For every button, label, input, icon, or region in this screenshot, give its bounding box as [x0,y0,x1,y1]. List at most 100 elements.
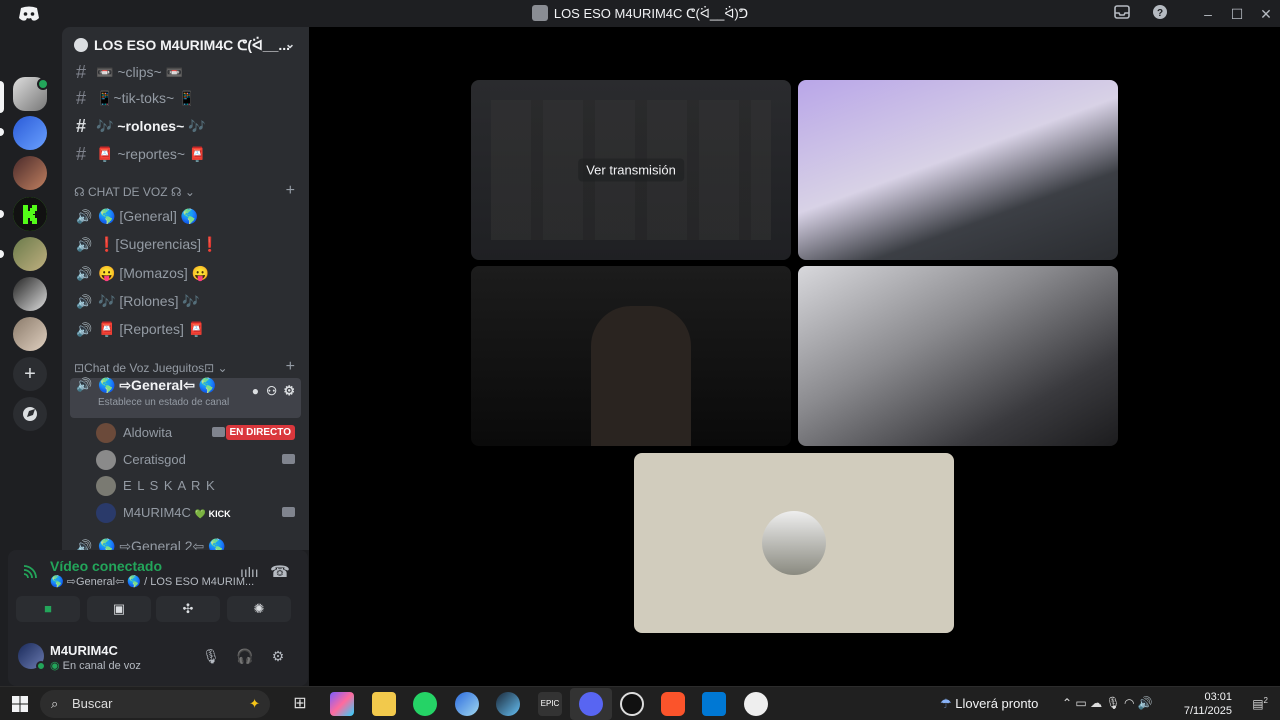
close-icon[interactable]: ✕ [1256,4,1276,24]
voice-status-channel[interactable]: 🌎 ⇨General⇦ 🌎 / LOS ESO M4URIM... [50,575,254,588]
wifi-icon: ◠ [1124,696,1135,710]
voice-channel-sugerencias[interactable]: 🔊 ❗[Sugerencias]❗ [70,231,301,257]
volume-icon: 🔊 [1137,696,1153,710]
file-explorer-icon[interactable] [372,692,396,716]
server-icon-3[interactable] [13,156,47,190]
username[interactable]: M4URIM4C [50,643,118,658]
online-status-icon [36,661,46,671]
speaker-icon: 🔊 [76,209,93,224]
epic-games-icon[interactable]: EPIC [538,692,562,716]
windows-start-icon[interactable] [12,696,28,712]
video-stage: Ver transmisión [309,27,1280,686]
voice-user-elskark[interactable]: E L S K A R K [96,474,301,498]
app-icon[interactable] [744,692,768,716]
svg-text:?: ? [1157,8,1163,19]
channel-sidebar: LOS ESO M4URIM4C ᕦ(ᐛ__... ⌄ # 📼 ~clips~ 📼… [62,27,309,550]
notifications-icon[interactable]: ▤2 [1252,696,1268,711]
avatar [96,503,116,523]
voice-channel-selected[interactable]: 🔊 🌎 ⇨General⇦ 🌎 Establece un estado de c… [70,377,301,418]
chat-bubble-icon[interactable]: ● [252,378,259,404]
whatsapp-icon[interactable] [413,692,437,716]
channel-reportes[interactable]: # 📮 ~reportes~ 📮 [70,141,301,167]
chevron-down-icon: ⌄ [284,37,295,51]
server-icon-5[interactable] [13,237,47,271]
add-server-icon[interactable]: + [13,357,47,391]
invite-user-icon[interactable]: ⚇ [266,378,277,404]
maximize-icon[interactable]: ☐ [1227,4,1247,24]
noise-suppression-icon[interactable]: ıılıı [240,564,259,580]
weather-widget[interactable]: ☂ Lloverá pronto [940,696,1038,712]
channel-status-hint[interactable]: Establece un estado de canal [98,390,229,416]
avatar [96,423,116,443]
watch-stream-button[interactable]: Ver transmisión [578,158,684,182]
gear-icon[interactable]: ⚙ [283,378,295,404]
activities-button[interactable]: ✣ [156,596,220,622]
signal-icon[interactable] [22,564,38,580]
clock[interactable]: 03:01 7/11/2025 [1184,690,1232,718]
voice-status-title[interactable]: Vídeo conectado [50,558,162,574]
settings-gear-icon[interactable]: ⚙ [268,648,288,668]
server-icon-6[interactable] [13,277,47,311]
discord-taskbar-icon[interactable] [579,692,603,716]
server-icon-7[interactable] [13,317,47,351]
unread-indicator [0,128,4,136]
channel-tik-toks[interactable]: # 📱~tik-toks~ 📱 [70,85,301,111]
camera-button[interactable]: ■ [16,596,80,622]
title-bar: LOS ESO M4URIM4C ᕦ(ᐛ__ᐛ)ᕤ ? – ☐ ✕ [0,0,1280,27]
video-tile-ceratisgod[interactable] [798,80,1118,260]
help-icon[interactable]: ? [1150,4,1170,24]
kick-server-icon[interactable] [13,197,47,231]
stream-tile[interactable]: Ver transmisión [471,80,791,260]
voice-channel-general-2[interactable]: 🔊 🌎 ⇨General 2⇦ 🌎 [70,533,301,550]
headphones-icon[interactable]: 🎧 [235,648,255,668]
inbox-icon[interactable] [1112,4,1132,24]
unread-indicator [0,210,4,218]
speaker-icon: 🔊 [76,266,93,281]
chevron-up-icon: ⌃ [1062,696,1073,710]
hash-icon: # [76,62,87,82]
kick-badge: 💚 KICK [194,509,231,519]
minimize-icon[interactable]: – [1198,4,1218,24]
server-icon-2[interactable] [13,116,47,150]
system-tray[interactable]: ⌃ ▭ ☁ 🎙 ◠ 🔊 [1062,696,1153,710]
obs-icon[interactable] [620,692,644,716]
disconnect-icon[interactable]: ☎ [270,562,290,582]
hash-icon: # [76,116,87,136]
hash-icon: # [76,144,87,164]
voice-channel-momazos[interactable]: 🔊 😛 [Momazos] 😛 [70,260,301,286]
active-server-indicator [0,81,4,113]
soundboard-button[interactable]: ✺ [227,596,291,622]
task-view-icon[interactable]: ⊞ [288,692,312,716]
discover-icon[interactable] [13,397,47,431]
voice-user-ceratisgod[interactable]: Ceratisgod [96,448,301,472]
microphone-icon[interactable]: 🎙 [201,648,221,668]
speaker-icon: 🔊 [76,377,93,392]
add-channel-icon[interactable]: + [286,182,295,200]
taskbar: ⌕ Buscar ✦ ⊞ EPIC ☂ Lloverá pronto ⌃ ▭ ☁… [0,686,1280,720]
search-icon: ⌕ [51,696,59,711]
voice-channel-general[interactable]: 🔊 🌎 [General] 🌎 [70,203,301,229]
copilot-icon[interactable] [330,692,354,716]
vscode-icon[interactable] [702,692,726,716]
voice-user-m4urim4c[interactable]: M4URIM4C 💚 KICK [96,501,301,525]
channel-clips[interactable]: # 📼 ~clips~ 📼 [70,59,301,85]
channel-rolones[interactable]: # 🎶 ~rolones~ 🎶 [70,113,301,139]
video-tile-m4urim4c[interactable] [798,266,1118,446]
add-channel-icon[interactable]: + [286,358,295,376]
voice-channel-reportes[interactable]: 🔊 📮 [Reportes] 📮 [70,316,301,342]
category-voice[interactable]: ☊ CHAT DE VOZ ☊ ⌄ [74,185,195,199]
camera-icon [212,427,225,437]
video-tile-aldowita-cam[interactable] [471,266,791,446]
unread-indicator [0,250,4,258]
avatar-tile-elskark[interactable] [634,453,954,633]
copilot-sparkle-icon: ✦ [249,696,260,711]
browser-icon[interactable] [455,692,479,716]
voice-channel-rolones[interactable]: 🔊 🎶 [Rolones] 🎶 [70,288,301,314]
voice-user-aldowita[interactable]: Aldowita EN DIRECTO [96,421,301,445]
search-box[interactable]: ⌕ Buscar ✦ [40,690,270,718]
steam-icon[interactable] [496,692,520,716]
screen-share-button[interactable]: ▣ [87,596,151,622]
brave-icon[interactable] [661,692,685,716]
camera-icon [282,507,295,517]
live-badge[interactable]: EN DIRECTO [225,425,295,440]
